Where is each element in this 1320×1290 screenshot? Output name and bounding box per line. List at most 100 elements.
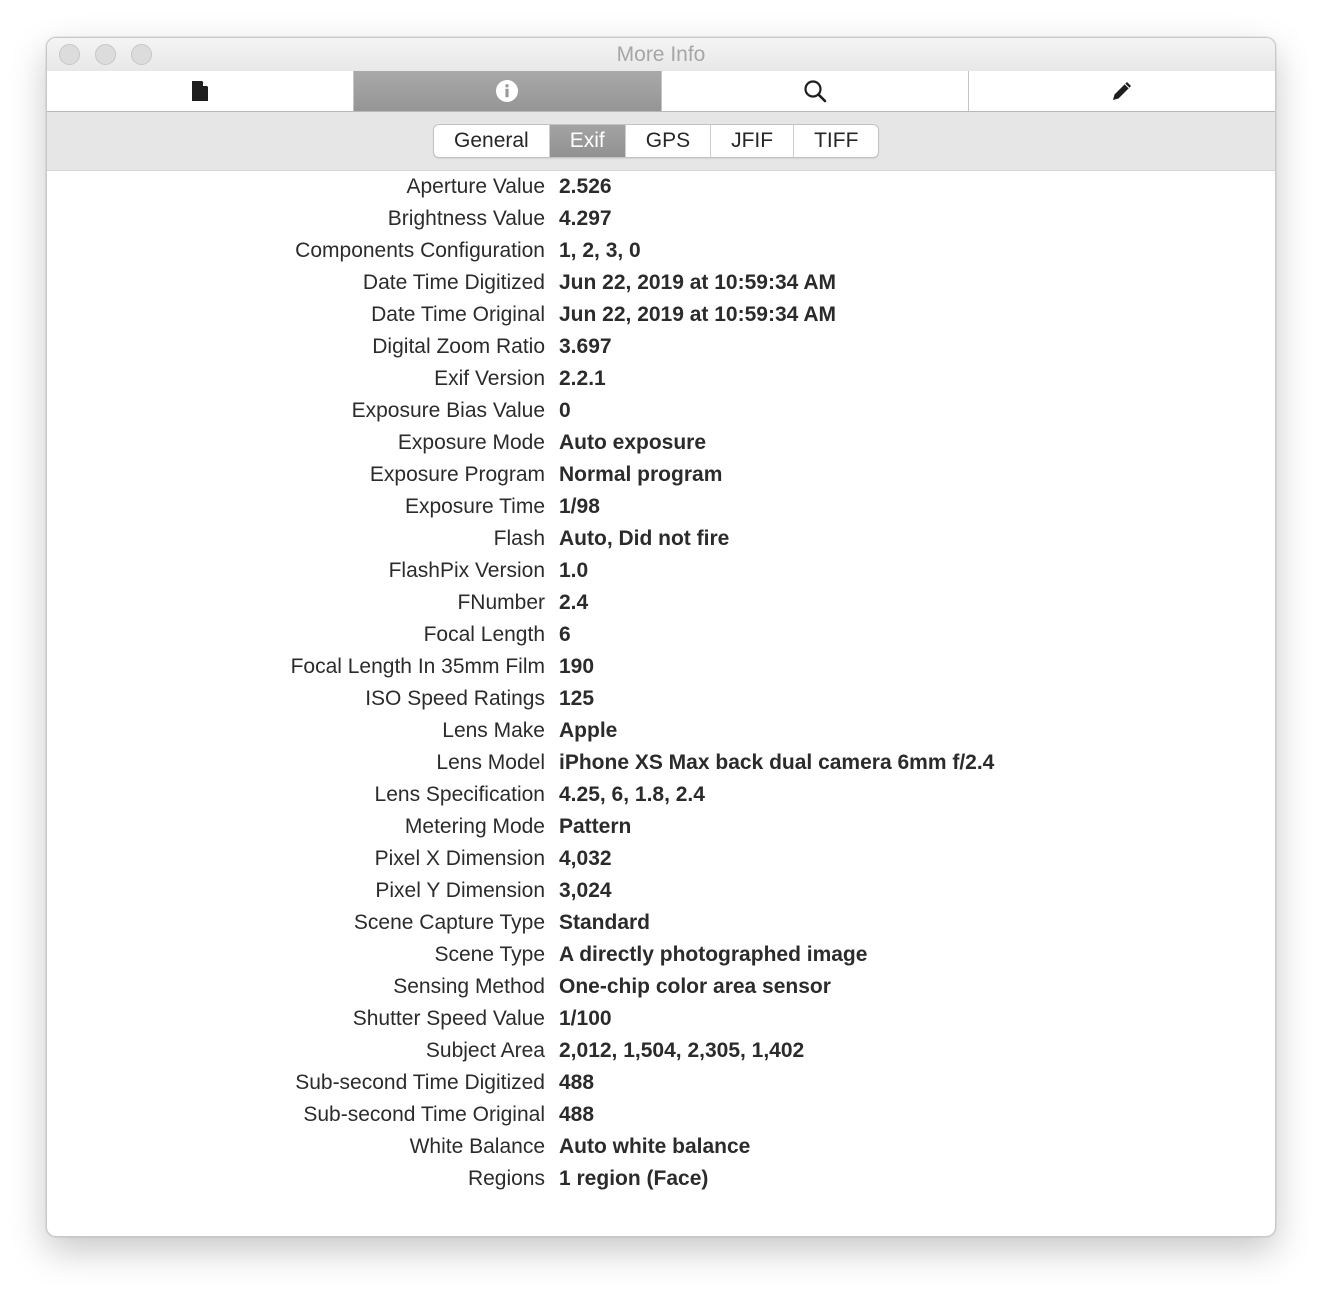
property-row: White Balance Auto white balance <box>47 1131 1275 1163</box>
property-value: 190 <box>559 655 595 678</box>
property-label: White Balance <box>409 1135 545 1158</box>
property-row: Scene Type A directly photographed image <box>47 939 1275 971</box>
more-info-window: More Info General Exif GPS JFIF TIFF Ape… <box>46 37 1276 1237</box>
property-row: FlashPix Version 1.0 <box>47 555 1275 587</box>
property-value: 1.0 <box>559 559 589 582</box>
property-row: Pixel Y Dimension 3,024 <box>47 875 1275 907</box>
tab-more-info[interactable] <box>354 71 662 111</box>
property-label: Regions <box>467 1167 545 1190</box>
exif-properties-list: Aperture Value 2.526 Brightness Value 4.297… <box>47 171 1275 1195</box>
property-value: 0 <box>559 399 571 422</box>
property-label: Sensing Method <box>393 975 545 998</box>
property-row: Flash Auto, Did not fire <box>47 523 1275 555</box>
property-label: Lens Specification <box>374 783 545 806</box>
property-row: Sensing Method One-chip color area sensor <box>47 971 1275 1003</box>
property-value: 4,032 <box>559 847 612 870</box>
segment-general[interactable]: General <box>434 125 550 157</box>
property-label: Focal Length In 35mm Film <box>290 655 545 678</box>
property-row: Lens Model iPhone XS Max back dual camera… <box>47 747 1275 779</box>
property-row: Date Time Digitized Jun 22, 2019 at 10:59… <box>47 267 1275 299</box>
property-label: Exposure Time <box>404 495 545 518</box>
segment-exif[interactable]: Exif <box>549 125 626 157</box>
property-value: iPhone XS Max back dual camera 6mm f/2.4 <box>559 751 995 774</box>
property-value: Jun 22, 2019 at 10:59:34 AM <box>559 303 837 326</box>
property-row: ISO Speed Ratings 125 <box>47 683 1275 715</box>
info-icon <box>495 79 519 103</box>
property-row: Subject Area 2,012, 1,504, 2,305, 1,402 <box>47 1035 1275 1067</box>
property-value: 1 region (Face) <box>559 1167 709 1190</box>
tab-keywords[interactable] <box>662 71 969 111</box>
property-label: FlashPix Version <box>388 559 545 582</box>
property-value: 1, 2, 3, 0 <box>559 239 641 262</box>
property-value: 125 <box>559 687 595 710</box>
property-row: Exposure Time 1/98 <box>47 491 1275 523</box>
property-value: Jun 22, 2019 at 10:59:34 AM <box>559 271 837 294</box>
property-value: A directly photographed image <box>559 943 868 966</box>
tab-annotate[interactable] <box>969 71 1275 111</box>
property-value: Auto white balance <box>559 1135 751 1158</box>
property-row: Exposure Program Normal program <box>47 459 1275 491</box>
property-value: 2.526 <box>559 175 612 198</box>
metadata-section-bar: General Exif GPS JFIF TIFF <box>47 112 1275 171</box>
segment-gps[interactable]: GPS <box>626 125 712 157</box>
property-label: Scene Type <box>434 943 545 966</box>
property-value: 2,012, 1,504, 2,305, 1,402 <box>559 1039 805 1062</box>
property-row: Exposure Bias Value 0 <box>47 395 1275 427</box>
property-label: Shutter Speed Value <box>352 1007 545 1030</box>
property-row: Regions 1 region (Face) <box>47 1163 1275 1195</box>
property-label: Metering Mode <box>404 815 545 838</box>
property-label: Components Configuration <box>295 239 545 262</box>
property-row: Lens Specification 4.25, 6, 1.8, 2.4 <box>47 779 1275 811</box>
property-label: Exposure Program <box>369 463 545 486</box>
window-title: More Info <box>616 43 706 66</box>
property-value: 2.4 <box>559 591 589 614</box>
property-label: Aperture Value <box>406 175 545 198</box>
property-label: Focal Length <box>423 623 545 646</box>
property-label: Pixel X Dimension <box>374 847 545 870</box>
property-value: Auto, Did not fire <box>559 527 730 550</box>
property-label: Lens Make <box>442 719 545 742</box>
property-label: Flash <box>493 527 545 550</box>
property-value: Apple <box>559 719 618 742</box>
property-value: Normal program <box>559 463 723 486</box>
metadata-segmented-control: General Exif GPS JFIF TIFF <box>433 124 880 158</box>
property-label: Digital Zoom Ratio <box>372 335 545 358</box>
property-label: Sub-second Time Original <box>303 1103 545 1126</box>
magnifier-icon <box>803 79 827 103</box>
property-label: Subject Area <box>425 1039 545 1062</box>
segment-jfif[interactable]: JFIF <box>711 125 795 157</box>
property-label: Date Time Digitized <box>362 271 545 294</box>
property-label: Sub-second Time Digitized <box>295 1071 545 1094</box>
inspector-toolbar <box>47 71 1275 112</box>
property-row: Exposure Mode Auto exposure <box>47 427 1275 459</box>
tab-general-info[interactable] <box>47 71 355 111</box>
property-row: Lens Make Apple <box>47 715 1275 747</box>
document-icon <box>191 80 209 102</box>
property-label: Scene Capture Type <box>353 911 545 934</box>
property-row: Aperture Value 2.526 <box>47 171 1275 203</box>
property-value: 488 <box>559 1071 595 1094</box>
property-value: 488 <box>559 1103 595 1126</box>
property-row: Focal Length 6 <box>47 619 1275 651</box>
property-value: 1/100 <box>559 1007 612 1030</box>
property-label: Exif Version <box>434 367 545 390</box>
property-row: Components Configuration 1, 2, 3, 0 <box>47 235 1275 267</box>
property-row: Shutter Speed Value 1/100 <box>47 1003 1275 1035</box>
property-label: Lens Model <box>436 751 545 774</box>
property-value: One-chip color area sensor <box>559 975 831 998</box>
property-label: Date Time Original <box>371 303 545 326</box>
segment-tiff[interactable]: TIFF <box>794 125 878 157</box>
property-row: FNumber 2.4 <box>47 587 1275 619</box>
pencil-icon <box>1110 79 1134 103</box>
property-label: FNumber <box>457 591 545 614</box>
property-row: Pixel X Dimension 4,032 <box>47 843 1275 875</box>
property-value: 3.697 <box>559 335 612 358</box>
property-label: Pixel Y Dimension <box>375 879 545 902</box>
property-row: Sub-second Time Digitized 488 <box>47 1067 1275 1099</box>
property-value: 4.25, 6, 1.8, 2.4 <box>559 783 705 806</box>
property-row: Scene Capture Type Standard <box>47 907 1275 939</box>
property-label: Brightness Value <box>387 207 545 230</box>
property-label: ISO Speed Ratings <box>365 687 545 710</box>
property-value: 4.297 <box>559 207 612 230</box>
property-row: Date Time Original Jun 22, 2019 at 10:59:… <box>47 299 1275 331</box>
